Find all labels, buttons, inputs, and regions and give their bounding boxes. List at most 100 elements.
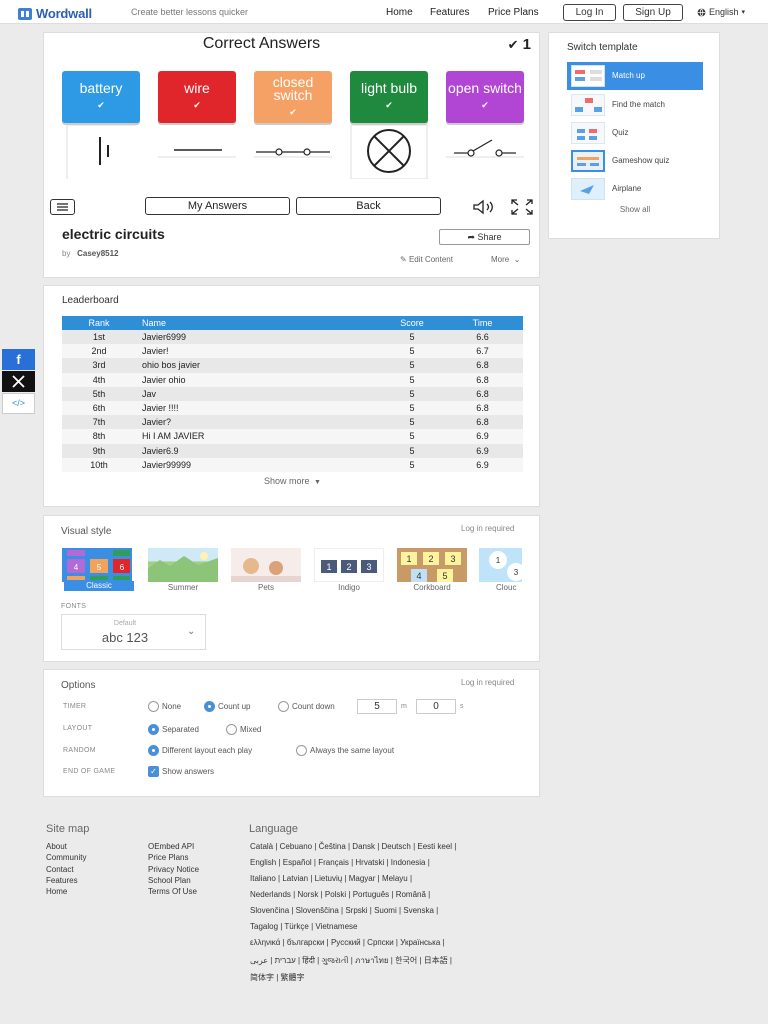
style-label-classic: Classic (64, 581, 134, 591)
visual-style-title: Visual style (61, 526, 112, 537)
template-thumb-icon (571, 122, 605, 144)
language-links-row[interactable]: עברית | عربى | हिंदी | ગુજરાતી | ภาษาไทย… (250, 954, 452, 967)
layout-mixed-radio[interactable]: Mixed (226, 724, 261, 735)
signup-button[interactable]: Sign Up (623, 4, 683, 21)
login-button[interactable]: Log In (563, 4, 616, 21)
style-corkboard[interactable]: 1 2 3 4 5 (397, 548, 467, 582)
check-icon: ✔ (193, 100, 201, 110)
radio-label: Different layout each play (162, 746, 253, 755)
svg-text:3: 3 (366, 562, 371, 572)
correct-count: ✔ 1 (507, 36, 531, 53)
answer-tile-open-switch[interactable]: open switch ✔ (446, 71, 524, 123)
footer-link-about[interactable]: About (46, 842, 67, 851)
timer-label: TIMER (63, 703, 87, 710)
col-score: Score (400, 318, 424, 328)
wordwall-logo[interactable]: Wordwall (18, 6, 92, 21)
font-select[interactable]: Default abc 123 ⌄ (61, 614, 206, 650)
classic-style-icon: 4 5 6 (67, 550, 130, 580)
layout-separated-radio[interactable]: Separated (148, 724, 199, 735)
answer-tile-battery[interactable]: battery ✔ (62, 71, 140, 123)
wordwall-logo-icon (18, 7, 32, 20)
footer-link-privacy-notice[interactable]: Privacy Notice (148, 865, 199, 874)
language-links-row[interactable]: Tagalog | Türkçe | Vietnamese (250, 922, 357, 931)
share-label: Share (477, 232, 502, 242)
language-links-row[interactable]: Català | Cebuano | Čeština | Dansk | Deu… (250, 842, 456, 851)
x-share-button[interactable] (2, 371, 35, 392)
style-summer[interactable] (148, 548, 218, 582)
template-thumb-icon (571, 65, 605, 87)
nav-features[interactable]: Features (430, 7, 469, 18)
table-row: 1st Javier6999 5 6.6 (62, 330, 523, 345)
language-label: English (709, 7, 739, 17)
leaderboard-rows: 1st Javier6999 5 6.6 2nd Javier! 5 6.7 3rd ohio… (62, 330, 523, 472)
show-more-button[interactable]: Show more ▼ (44, 476, 541, 486)
footer-link-features[interactable]: Features (46, 876, 78, 885)
checkbox-icon: ✓ (148, 766, 159, 777)
nav-price-plans[interactable]: Price Plans (488, 7, 539, 18)
radio-label: Mixed (240, 725, 262, 734)
facebook-share-button[interactable]: f (2, 349, 35, 370)
footer-link-oembed-api[interactable]: OEmbed API (148, 842, 194, 851)
check-icon: ✔ (97, 100, 105, 110)
table-row: 6th Javier !!!! 5 6.8 (62, 400, 523, 416)
language-links-row[interactable]: English | Español | Français | Hrvatski … (250, 858, 430, 867)
timer-minutes-input[interactable]: 5 (357, 699, 397, 714)
language-links-row[interactable]: 简体字 | 繁體字 (250, 972, 305, 983)
template-item-quiz[interactable]: Quiz (567, 119, 703, 147)
radio-dot (148, 745, 159, 756)
footer-link-community[interactable]: Community (46, 853, 86, 862)
language-links-row[interactable]: ελληνικά | български | Русский | Српски … (250, 938, 445, 947)
template-item-gameshow-quiz[interactable]: Gameshow quiz (567, 147, 703, 175)
clouds-style-icon: 1 3 (489, 551, 522, 581)
language-links-row[interactable]: Nederlands | Norsk | Polski | Português … (250, 890, 430, 899)
answer-tile-wire[interactable]: wire ✔ (158, 71, 236, 123)
minutes-unit: m (401, 703, 407, 710)
leaderboard-card: Leaderboard Rank Name Score Time 1st Javi… (43, 285, 540, 507)
embed-button[interactable]: </> (2, 393, 35, 414)
language-links-row[interactable]: Slovenčina | Slovenščina | Srpski | Suom… (250, 906, 438, 915)
my-answers-button[interactable]: My Answers (145, 197, 290, 215)
answer-tile-closed-switch[interactable]: closed switch ✔ (254, 71, 332, 123)
timer-seconds-input[interactable]: 0 (416, 699, 456, 714)
footer-link-terms-of-use[interactable]: Terms Of Use (148, 887, 197, 896)
svg-text:1: 1 (406, 554, 411, 564)
timer-count-down-radio[interactable]: Count down (278, 701, 335, 712)
style-classic[interactable]: 4 5 6 (62, 548, 132, 582)
tile-label: light bulb (360, 80, 418, 96)
nav-home[interactable]: Home (386, 7, 413, 18)
show-all-templates-link[interactable]: Show all (549, 205, 721, 214)
show-answers-checkbox[interactable]: ✓ Show answers (148, 766, 214, 777)
answer-tile-light-bulb[interactable]: light bulb ✔ (350, 71, 428, 123)
footer-link-home[interactable]: Home (46, 887, 67, 896)
timer-none-radio[interactable]: None (148, 701, 181, 712)
template-item-airplane[interactable]: Airplane (567, 175, 703, 203)
activity-card: Correct Answers ✔ 1 battery ✔ wire ✔ clo… (43, 32, 540, 278)
style-pets[interactable] (231, 548, 301, 582)
fullscreen-icon[interactable] (510, 198, 534, 216)
language-links-row[interactable]: Italiano | Latvian | Lietuvių | Magyar |… (250, 874, 412, 883)
style-indigo[interactable]: 1 2 3 (314, 548, 384, 582)
share-button[interactable]: ➦ Share (439, 229, 530, 245)
style-clouds[interactable]: 1 3 (479, 548, 522, 582)
back-button[interactable]: Back (296, 197, 441, 215)
template-thumb-icon (571, 178, 605, 200)
language-selector[interactable]: English ▾ (697, 7, 745, 17)
table-row: 2nd Javier! 5 6.7 (62, 344, 523, 359)
edit-content-link[interactable]: ✎ Edit Content (400, 255, 453, 264)
font-sample: abc 123 (101, 630, 149, 645)
random-different-radio[interactable]: Different layout each play (148, 745, 252, 756)
footer-link-contact[interactable]: Contact (46, 865, 74, 874)
radio-label: None (162, 702, 182, 711)
footer-link-price-plans[interactable]: Price Plans (148, 853, 188, 862)
sound-icon[interactable] (472, 199, 496, 215)
random-same-radio[interactable]: Always the same layout (296, 745, 394, 756)
facebook-icon: f (16, 352, 21, 367)
template-item-match-up[interactable]: Match up (567, 62, 703, 90)
author-link[interactable]: Casey8512 (77, 249, 118, 258)
more-dropdown[interactable]: More ⌄ (491, 255, 520, 264)
footer-link-school-plan[interactable]: School Plan (148, 876, 191, 885)
timer-count-up-radio[interactable]: Count up (204, 701, 250, 712)
svg-text:1: 1 (326, 562, 331, 572)
menu-button[interactable] (50, 199, 75, 215)
template-item-find-the-match[interactable]: Find the match (567, 91, 703, 119)
